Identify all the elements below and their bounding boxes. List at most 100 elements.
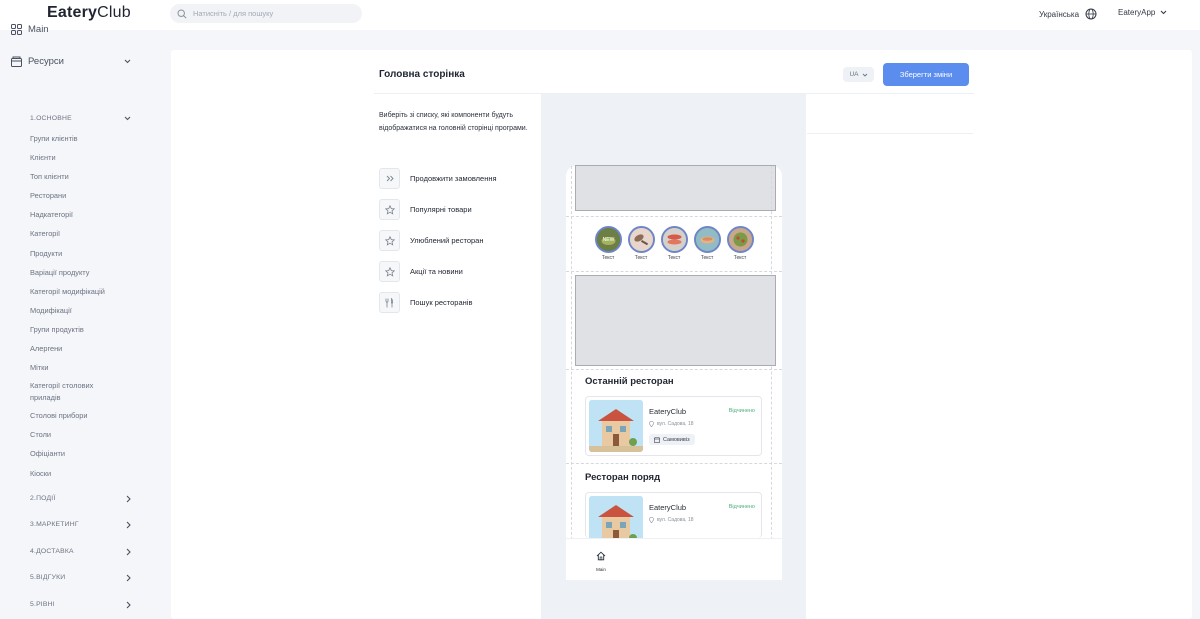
top-bar: EateryClub Натисніть / для пошуку Україн… [0,0,1200,30]
right-divider [807,133,973,134]
sidebar-section-reviews[interactable]: 5.ВІДГУКИ [30,574,131,581]
language-select[interactable]: UA [843,67,874,82]
chevron-right-icon [126,495,131,502]
location-pin-icon [649,517,654,523]
sidebar-main-label: Main [28,24,49,35]
page-title: Головна сторінка [379,69,465,80]
sidebar-item-restaurants[interactable]: Ресторани [30,190,66,202]
category-label: Текст [601,255,615,261]
category-item[interactable]: Текст [626,226,656,261]
banner-placeholder[interactable] [575,165,776,211]
promo-banner-placeholder[interactable] [575,275,776,366]
dashed-guide [571,166,572,580]
category-item[interactable]: NEW Текст [593,226,623,261]
sidebar-item-product-groups[interactable]: Групи продуктів [30,324,84,336]
sidebar-item-products[interactable]: Продукти [30,248,62,260]
restaurant-image [589,496,643,538]
sidebar-item-supercategories[interactable]: Надкатегорії [30,209,73,221]
sidebar-item-tables[interactable]: Столи [30,429,51,441]
section-label: 3.МАРКЕТИНГ [30,521,79,528]
search-input[interactable]: Натисніть / для пошуку [170,4,362,23]
sidebar-item-categories[interactable]: Категорії [30,228,60,240]
chevron-right-icon [126,521,131,528]
restaurant-status: Відчинено [728,408,755,414]
grid-icon [11,24,22,35]
component-label: Пошук ресторанів [410,298,473,307]
address-text: вул. Садова, 18 [657,517,694,523]
component-icon-box [379,292,400,313]
pickup-tag: Самовивіз [649,434,695,445]
star-icon [384,266,395,277]
section-label: 4.ДОСТАВКА [30,548,74,555]
location-pin-icon [649,421,654,427]
search-placeholder: Натисніть / для пошуку [193,9,274,18]
component-icon-box [379,261,400,282]
food-icon [662,228,686,251]
sidebar-item-tags[interactable]: Мітки [30,362,49,374]
component-label: Популярні товари [410,205,472,214]
sidebar-item-main[interactable]: Main [11,24,49,35]
globe-icon [1085,8,1097,20]
category-image [627,226,655,253]
sidebar-item-modifiers[interactable]: Модифікації [30,305,72,317]
category-label: Текст [634,255,648,261]
restaurant-image [589,400,643,452]
sidebar-item-kiosks[interactable]: Кіоски [30,468,51,480]
sidebar-section-events[interactable]: 2.ПОДІЇ [30,495,131,502]
chevron-down-icon [124,59,131,64]
component-label: Улюблений ресторан [410,236,484,245]
save-button[interactable]: Зберегти зміни [883,63,969,86]
tag-text: Самовивіз [663,436,690,443]
account-menu[interactable]: EateryApp [1118,8,1167,17]
language-selector[interactable]: Українська [1039,8,1097,20]
component-favorite-restaurant[interactable]: Улюблений ресторан [379,230,483,251]
chevron-down-icon [862,73,867,77]
sidebar-item-waiters[interactable]: Офіціанти [30,448,65,460]
category-label: Текст [700,255,714,261]
component-icon-box [379,168,400,189]
sidebar-item-resources[interactable]: Ресурси [11,56,131,67]
sidebar-item-cutlery-categories[interactable]: Категорії столових приладів [30,380,120,404]
section-label: 2.ПОДІЇ [30,495,56,502]
component-restaurant-search[interactable]: Пошук ресторанів [379,292,472,313]
chevron-right-icon [126,574,131,581]
component-promotions-news[interactable]: Акції та новини [379,261,463,282]
restaurant-card[interactable]: EateryClub Відчинено вул. Садова, 18 [585,492,762,538]
restaurant-name: EateryClub [649,407,687,416]
component-continue-order[interactable]: Продовжити замовлення [379,168,497,189]
sidebar-section-marketing[interactable]: 3.МАРКЕТИНГ [30,521,131,528]
component-popular-products[interactable]: Популярні товари [379,199,472,220]
nearby-restaurant-title: Ресторан поряд [585,472,661,483]
sidebar-item-product-variations[interactable]: Варіації продукту [30,267,89,279]
dashed-guide [771,166,772,580]
address-text: вул. Садова, 18 [657,421,694,427]
section-label: 1.ОСНОВНЕ [30,115,72,122]
sidebar-item-clients[interactable]: Клієнти [30,152,56,164]
sidebar-section-levels[interactable]: 5.РІВНІ [30,601,131,608]
sidebar-item-allergens[interactable]: Алергени [30,343,62,355]
dashed-divider [566,216,782,217]
category-image [693,226,721,253]
account-label: EateryApp [1118,8,1156,17]
sidebar-section-delivery[interactable]: 4.ДОСТАВКА [30,548,131,555]
folder-icon [11,56,22,67]
category-item[interactable]: Текст [659,226,689,261]
sidebar-item-cutlery[interactable]: Столові прибори [30,410,88,422]
tab-main[interactable]: Main [593,548,609,572]
sidebar-item-modifier-categories[interactable]: Категорії модифікацій [30,286,105,298]
food-icon [695,228,719,251]
last-restaurant-title: Останній ресторан [585,376,674,387]
restaurant-card[interactable]: EateryClub Відчинено вул. Садова, 18 Сам… [585,396,762,456]
sidebar-section-basic[interactable]: 1.ОСНОВНЕ [30,115,131,122]
chevron-right-icon [126,548,131,555]
app-logo[interactable]: EateryClub [47,4,131,22]
category-item[interactable]: Текст [692,226,722,261]
category-image [726,226,754,253]
dashed-divider [566,369,782,370]
sidebar-item-top-clients[interactable]: Топ клієнти [30,171,69,183]
chevron-right-icon [126,601,131,608]
sidebar-item-client-groups[interactable]: Групи клієнтів [30,133,78,145]
category-item[interactable]: Текст [725,226,755,261]
component-icon-box [379,230,400,251]
house-illustration-icon [589,496,643,538]
